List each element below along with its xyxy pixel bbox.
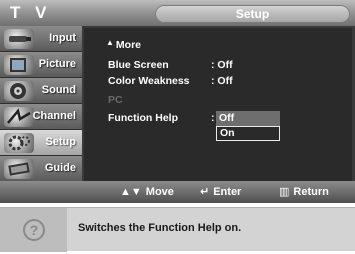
page-title: Setup <box>235 7 270 21</box>
sidebar-item-label: Sound <box>41 84 76 96</box>
up-down-arrows-icon: ▲▼ <box>120 186 142 198</box>
sidebar-item-label: Setup <box>45 136 76 148</box>
tv-osd-window: T V Setup Input Picture Sound Channel Se… <box>0 0 355 203</box>
menu-item-value: : Off <box>211 59 233 71</box>
sidebar-item-picture[interactable]: Picture <box>0 52 82 78</box>
return-label: Return <box>293 186 329 198</box>
dropdown-option-off[interactable]: Off <box>216 111 280 126</box>
sidebar-item-guide[interactable]: Guide <box>0 156 82 182</box>
menu-item-label: Function Help <box>108 112 178 124</box>
menu-item-function-help[interactable]: Function Help : <box>108 111 215 125</box>
setup-icon <box>4 133 34 153</box>
more-item[interactable]: ▲ More <box>106 36 142 51</box>
sidebar-item-label: Channel <box>32 110 76 122</box>
menu-item-label: Blue Screen <box>108 59 169 71</box>
sound-icon <box>4 81 34 101</box>
question-icon: ? <box>23 219 45 241</box>
sidebar-item-setup[interactable]: Setup <box>0 130 82 156</box>
setup-menu-panel: ▲ More Blue Screen : Off Color Weakness :… <box>84 28 352 182</box>
tv-label: T V <box>10 3 52 22</box>
menu-item-blue-screen[interactable]: Blue Screen : Off <box>108 58 233 72</box>
function-help-bar: ? Switches the Function Help on. <box>0 207 355 252</box>
menu-item-value: : Off <box>211 75 233 87</box>
channel-icon <box>4 107 34 127</box>
enter-hint: ↵ Enter <box>200 184 241 200</box>
picture-icon <box>4 55 34 75</box>
sidebar-item-channel[interactable]: Channel <box>0 104 82 130</box>
header-bar: T V Setup <box>0 0 355 26</box>
sidebar-item-label: Guide <box>44 162 76 174</box>
menu-item-label: PC <box>108 94 123 106</box>
menu-item-label: Color Weakness <box>108 75 190 87</box>
move-hint: ▲▼ Move <box>120 184 174 200</box>
footer-hint-bar: ▲▼ Move ↵ Enter ▥ Return <box>0 181 355 203</box>
function-help-dropdown[interactable]: Off On <box>216 111 280 142</box>
input-icon <box>4 29 34 49</box>
sidebar-item-input[interactable]: Input <box>0 26 82 52</box>
menu-item-color-weakness[interactable]: Color Weakness : Off <box>108 74 233 88</box>
help-text: Switches the Function Help on. <box>78 222 242 234</box>
sidebar-nav: Input Picture Sound Channel Setup Guide <box>0 26 82 184</box>
help-icon-box: ? <box>0 208 67 252</box>
move-label: Move <box>145 186 174 198</box>
menu-item-value: : <box>211 112 215 124</box>
more-label: More <box>115 39 142 51</box>
guide-icon <box>4 159 34 179</box>
enter-icon: ↵ <box>200 186 210 198</box>
dropdown-option-on[interactable]: On <box>216 126 280 141</box>
sidebar-item-sound[interactable]: Sound <box>0 78 82 104</box>
sidebar-item-label: Input <box>49 32 76 44</box>
enter-label: Enter <box>213 186 242 198</box>
title-pill: Setup <box>155 5 350 23</box>
return-icon: ▥ <box>279 186 290 198</box>
sidebar-item-label: Picture <box>38 58 76 70</box>
menu-item-pc: PC <box>108 93 123 107</box>
up-arrow-icon: ▲ <box>106 38 114 47</box>
return-hint: ▥ Return <box>279 184 329 200</box>
